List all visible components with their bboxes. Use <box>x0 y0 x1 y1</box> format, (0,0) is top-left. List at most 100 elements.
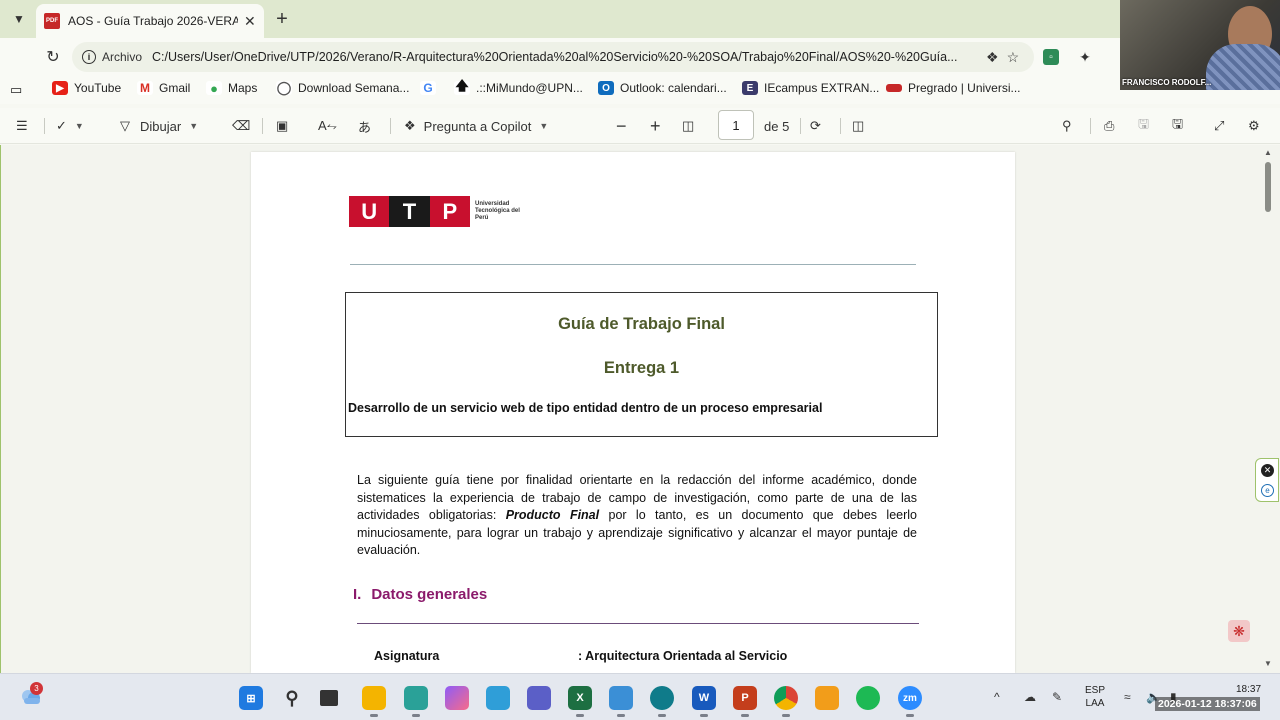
search-icon[interactable]: ⚲ <box>1062 116 1072 136</box>
pen-input-icon[interactable]: ✎ <box>1052 690 1062 704</box>
copilot-icon: ❖ <box>404 118 416 133</box>
vertical-scrollbar[interactable]: ▲ ▼ <box>1262 146 1274 670</box>
save-icon[interactable]: 🖫 <box>1138 116 1149 136</box>
gmail-icon: M <box>137 81 153 95</box>
address-bar: ↻ i Archivo C:/Users/User/OneDrive/UTP/2… <box>0 38 1280 76</box>
bookmark-google[interactable]: G <box>420 81 442 95</box>
acrobat-icon[interactable]: ❋ <box>1228 620 1250 642</box>
pen-icon: ▽ <box>120 118 130 133</box>
clock-time[interactable]: 18:37 <box>1236 684 1261 695</box>
favorite-star-icon[interactable]: ☆ <box>1007 49 1020 66</box>
chrome-icon[interactable] <box>774 686 798 717</box>
section-heading: I. Datos generales <box>353 586 487 603</box>
bookmark-label: Maps <box>228 81 258 95</box>
save-as-icon[interactable]: 🖫 <box>1172 116 1183 136</box>
excel-icon[interactable]: X <box>568 686 592 717</box>
windows-start-icon[interactable]: ⊞ <box>239 686 263 710</box>
bookmark-pregrado[interactable]: Pregrado | Universi... <box>886 81 1021 95</box>
bookmark-label: .::MiMundo@UPN... <box>476 81 583 95</box>
word-icon[interactable]: W <box>692 686 716 717</box>
close-circle-icon[interactable]: ✕ <box>1261 464 1274 477</box>
site-info-icon[interactable]: i <box>82 50 96 64</box>
keyboard-label: LAA <box>1085 698 1105 709</box>
pdf-file-icon: PDF <box>44 13 60 29</box>
participant-name: FRANCISCO RODOLF... <box>1122 78 1212 87</box>
bookmark-download-semana[interactable]: ◯ Download Semana... <box>276 80 409 95</box>
header-rule <box>350 264 916 265</box>
document-subtitle: Entrega 1 <box>603 359 680 377</box>
rotate-icon[interactable]: ⟳ <box>810 116 821 136</box>
read-aloud-icon[interactable]: A⥊ <box>318 116 337 136</box>
scheme-label: Archivo <box>102 50 143 64</box>
powerpoint-icon[interactable]: P <box>733 686 757 717</box>
page-view-icon[interactable]: ◫ <box>852 116 864 136</box>
edge-sidebar-icon[interactable]: e <box>1261 484 1274 497</box>
zoom-icon[interactable]: zm <box>898 686 922 717</box>
task-view-icon[interactable] <box>320 690 338 706</box>
url-text[interactable]: C:/Users/User/OneDrive/UTP/2026/Verano/R… <box>152 50 978 64</box>
logo-letter: T <box>389 196 430 227</box>
snipping-tool-icon[interactable] <box>404 686 428 717</box>
ask-copilot-button[interactable]: ❖ Pregunta a Copilot ▼ <box>404 116 548 136</box>
fit-width-icon[interactable]: ◫ <box>682 116 694 136</box>
scroll-thumb[interactable] <box>1265 162 1271 212</box>
extensions-puzzle-icon[interactable]: ✦ <box>1075 47 1095 67</box>
zoom-out-icon[interactable]: − <box>616 116 627 136</box>
print-icon[interactable]: ⎙ <box>1104 116 1114 136</box>
settings-gear-icon[interactable]: ⚙ <box>1248 116 1260 136</box>
outlook-icon: O <box>598 81 614 95</box>
bookmark-youtube[interactable]: ▶ YouTube <box>52 81 121 95</box>
bookmark-gmail[interactable]: M Gmail <box>137 81 190 95</box>
cmaps-icon[interactable] <box>815 686 839 710</box>
globe-icon: ◯ <box>276 80 292 95</box>
bookmark-mimundo[interactable]: 🡅 .::MiMundo@UPN... <box>454 78 583 95</box>
tab-close-icon[interactable]: ✕ <box>244 13 256 30</box>
page-number-input[interactable]: 1 <box>718 110 754 140</box>
section-number: I. <box>353 586 362 603</box>
bookmark-sidebar-icon[interactable]: ▭ <box>10 82 22 98</box>
reload-icon[interactable]: ↻ <box>42 46 64 68</box>
copilot-icon[interactable] <box>445 686 469 710</box>
show-hidden-icons-chevron-icon[interactable]: ^ <box>994 690 1000 704</box>
bookmark-maps[interactable]: ● Maps <box>206 81 258 96</box>
document-heading: Desarrollo de un servicio web de tipo en… <box>348 401 823 415</box>
omnibox[interactable]: i Archivo C:/Users/User/OneDrive/UTP/202… <box>72 42 1034 72</box>
edge-icon[interactable] <box>650 686 674 717</box>
copilot-label: Pregunta a Copilot <box>423 118 532 134</box>
section-rule <box>357 623 919 624</box>
search-icon[interactable]: ⚲ <box>280 686 304 710</box>
copilot-app-icon[interactable] <box>486 686 510 710</box>
scroll-down-icon[interactable]: ▼ <box>1264 659 1272 668</box>
intro-emphasis: Producto Final <box>505 508 600 523</box>
text-box-icon[interactable]: ▣ <box>276 116 288 136</box>
tab-search-chevron-icon[interactable]: ▼ <box>6 7 32 31</box>
chevron-down-icon: ▼ <box>539 121 549 131</box>
eraser-icon[interactable]: ⌫ <box>232 116 250 136</box>
scroll-up-icon[interactable]: ▲ <box>1264 148 1272 157</box>
notepad-icon[interactable] <box>609 686 633 717</box>
tab-active[interactable]: PDF AOS - Guía Trabajo 2026-VERANO ✕ <box>36 4 264 38</box>
highlighter-icon: ✓ <box>56 118 67 133</box>
translate-icon[interactable]: あ <box>358 116 371 136</box>
onedrive-cloud-icon[interactable]: ☁ <box>1024 690 1036 704</box>
file-explorer-icon[interactable] <box>362 686 386 717</box>
bookmark-label: Outlook: calendari... <box>620 81 727 95</box>
draw-label: Dibujar <box>140 118 182 134</box>
fullscreen-icon[interactable]: ⤢ <box>1214 116 1224 136</box>
maps-icon: ● <box>206 81 222 96</box>
extension-green-icon[interactable]: ▫ <box>1043 49 1059 65</box>
copilot-page-icon[interactable]: ❖ <box>986 49 999 66</box>
new-tab-plus-icon[interactable]: + <box>270 6 294 32</box>
webcam-overlay: FRANCISCO RODOLF... <box>1120 0 1280 90</box>
wifi-icon[interactable]: ≈ <box>1124 690 1131 704</box>
language-indicator[interactable]: ESP LAA <box>1085 684 1105 710</box>
spotify-icon[interactable] <box>856 686 880 710</box>
general-data-value: : Arquitectura Orientada al Servicio <box>578 649 788 663</box>
teams-icon[interactable] <box>527 686 551 710</box>
bookmark-ecampus[interactable]: E IEcampus EXTRAN... <box>742 81 879 95</box>
contents-list-icon[interactable]: ☰ <box>16 116 28 136</box>
highlight-tool[interactable]: ✓ ▼ <box>56 116 84 136</box>
draw-tool[interactable]: ▽ Dibujar ▼ <box>120 116 198 136</box>
bookmark-outlook[interactable]: O Outlook: calendari... <box>598 81 727 95</box>
zoom-in-icon[interactable]: + <box>650 116 661 136</box>
